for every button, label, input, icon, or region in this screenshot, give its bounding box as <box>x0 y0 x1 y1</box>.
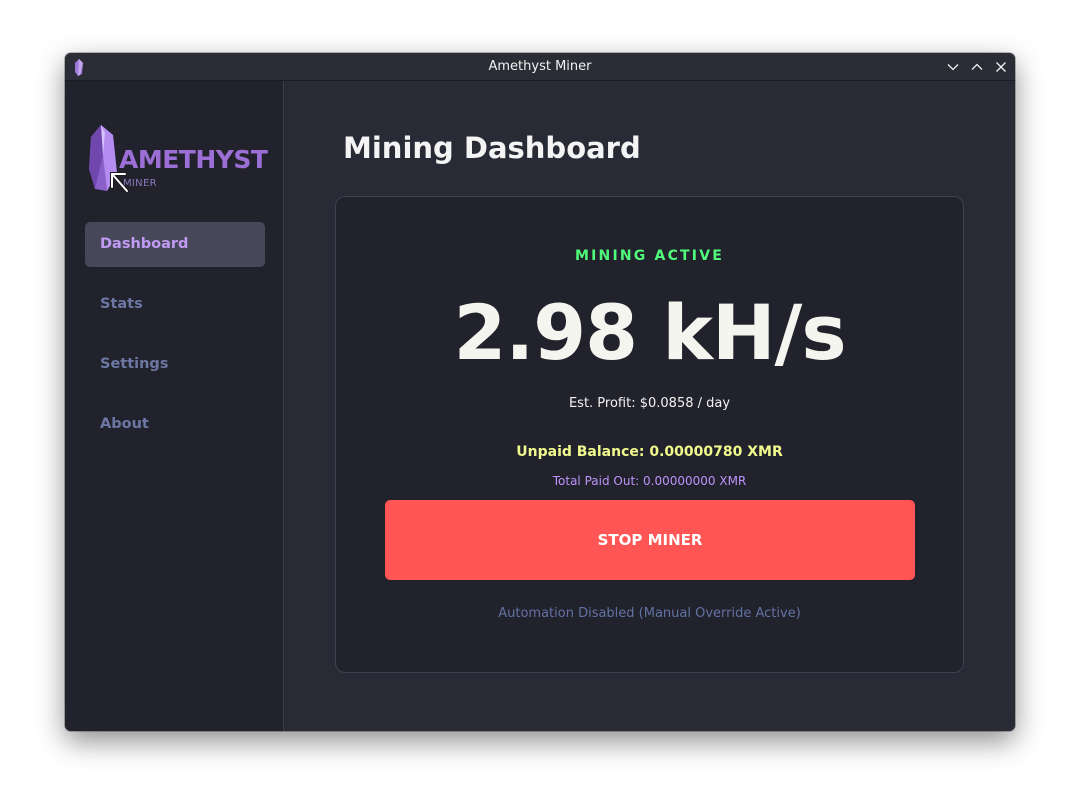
main-content: Mining Dashboard MINING ACTIVE 2.98 kH/s… <box>284 81 1015 731</box>
sidebar: AMETHYST MINER Dashboard Stats Settings … <box>65 81 284 731</box>
chevron-down-icon <box>947 64 959 71</box>
total-paid-out: Total Paid Out: 0.00000000 XMR <box>552 474 747 488</box>
minimize-button[interactable] <box>944 58 962 76</box>
stop-miner-button[interactable]: STOP MINER <box>385 500 915 580</box>
chevron-up-icon <box>971 63 983 70</box>
close-button[interactable] <box>992 58 1010 76</box>
maximize-button[interactable] <box>968 58 986 76</box>
unpaid-balance: Unpaid Balance: 0.00000780 XMR <box>516 444 783 460</box>
window-title: Amethyst Miner <box>488 59 592 74</box>
sidebar-item-label: Dashboard <box>100 236 189 252</box>
title-bar[interactable]: Amethyst Miner <box>65 53 1015 81</box>
page-title: Mining Dashboard <box>343 131 641 165</box>
logo-wordmark: AMETHYST <box>119 145 268 174</box>
sidebar-item-label: About <box>100 416 149 432</box>
estimated-profit: Est. Profit: $0.0858 / day <box>568 396 731 411</box>
sidebar-item-about[interactable]: About <box>85 402 265 447</box>
mining-status-card: MINING ACTIVE 2.98 kH/s Est. Profit: $0.… <box>335 196 964 673</box>
sidebar-item-dashboard[interactable]: Dashboard <box>85 222 265 267</box>
automation-status: Automation Disabled (Manual Override Act… <box>498 606 801 621</box>
sidebar-item-label: Settings <box>100 356 169 372</box>
hashrate-display: 2.98 kH/s <box>453 288 846 377</box>
sidebar-item-settings[interactable]: Settings <box>85 342 265 387</box>
mouse-cursor-icon <box>110 172 129 193</box>
sidebar-item-label: Stats <box>100 296 143 312</box>
mining-status-label: MINING ACTIVE <box>574 248 724 264</box>
sidebar-item-stats[interactable]: Stats <box>85 282 265 327</box>
close-icon <box>996 62 1006 72</box>
app-window: Amethyst Miner AMETHYST MINER Dashboard … <box>65 53 1015 731</box>
